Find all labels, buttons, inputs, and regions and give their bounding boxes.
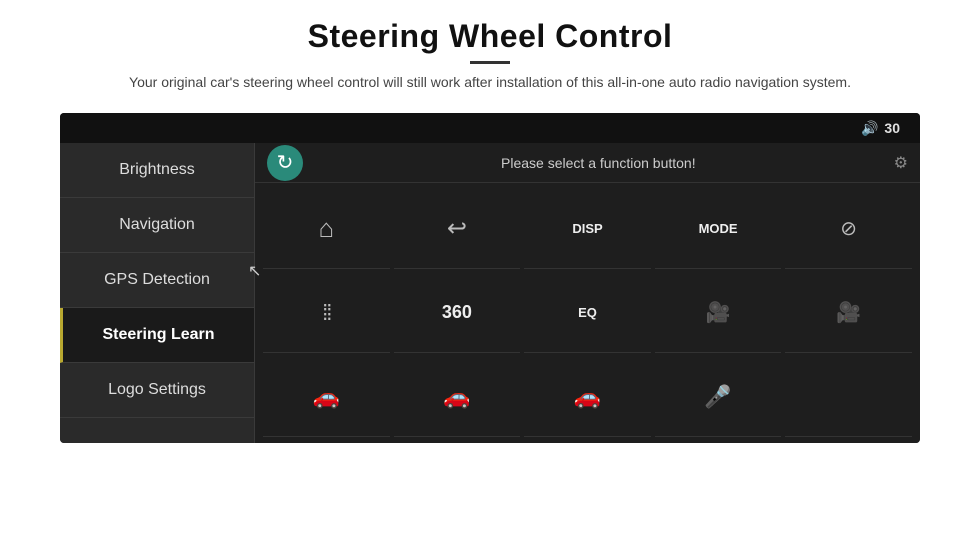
function-prompt: Please select a function button!: [313, 155, 884, 171]
device-frame: 🔊 30 Brightness Navigation GPS Detection…: [60, 113, 920, 443]
camera2-icon: 🎥: [836, 300, 861, 325]
mute-call-icon: ⊘: [840, 216, 857, 241]
label-360: 360: [442, 302, 472, 323]
sidebar-item-logo-settings[interactable]: Logo Settings: [60, 363, 254, 418]
button-grid: ⌂ ↩ DISP MODE ⊘ ⁞⁞: [255, 183, 920, 443]
grid-cell-empty: [785, 357, 912, 437]
top-bar: ↻ Please select a function button! ⚙: [255, 143, 920, 183]
grid-cell-settings[interactable]: ⁞⁞: [263, 273, 390, 353]
device-content: Brightness Navigation GPS Detection Stee…: [60, 143, 920, 443]
grid-cell-mute-call[interactable]: ⊘: [785, 189, 912, 269]
grid-cell-mode[interactable]: MODE: [655, 189, 782, 269]
volume-icon: 🔊: [861, 120, 878, 137]
sidebar-item-brightness[interactable]: Brightness: [60, 143, 254, 198]
car3-icon: 🚗: [574, 384, 601, 410]
sidebar: Brightness Navigation GPS Detection Stee…: [60, 143, 255, 443]
grid-cell-camera2[interactable]: 🎥: [785, 273, 912, 353]
main-area: ↻ Please select a function button! ⚙ ⌂ ↩…: [255, 143, 920, 443]
settings-icon[interactable]: ⚙: [894, 153, 908, 173]
sync-icon: ↻: [277, 150, 294, 175]
page-title: Steering Wheel Control: [129, 18, 851, 55]
grid-cell-back[interactable]: ↩: [394, 189, 521, 269]
equalizer-icon: ⁞⁞: [322, 300, 330, 326]
sidebar-item-navigation[interactable]: Navigation: [60, 198, 254, 253]
grid-cell-camera1[interactable]: 🎥: [655, 273, 782, 353]
disp-label: DISP: [572, 221, 602, 236]
grid-cell-mic[interactable]: 🎤: [655, 357, 782, 437]
home-icon: ⌂: [318, 213, 334, 244]
mode-label: MODE: [699, 221, 738, 236]
grid-cell-disp[interactable]: DISP: [524, 189, 651, 269]
back-icon: ↩: [447, 214, 467, 243]
camera1-icon: 🎥: [706, 300, 731, 325]
car1-icon: 🚗: [313, 384, 340, 410]
title-section: Steering Wheel Control Your original car…: [129, 18, 851, 93]
grid-cell-home[interactable]: ⌂: [263, 189, 390, 269]
grid-cell-car3[interactable]: 🚗: [524, 357, 651, 437]
sync-button[interactable]: ↻: [267, 145, 303, 181]
sidebar-item-steering-learn[interactable]: Steering Learn: [60, 308, 254, 363]
page-subtitle: Your original car's steering wheel contr…: [129, 72, 851, 93]
eq-label: EQ: [578, 305, 597, 320]
page-wrapper: Steering Wheel Control Your original car…: [0, 0, 980, 544]
microphone-icon: 🎤: [704, 384, 731, 410]
grid-cell-eq[interactable]: EQ: [524, 273, 651, 353]
sidebar-item-gps-detection[interactable]: GPS Detection: [60, 253, 254, 308]
device-top-bar: 🔊 30: [60, 113, 920, 143]
car2-icon: 🚗: [443, 384, 470, 410]
grid-cell-360[interactable]: 360: [394, 273, 521, 353]
grid-cell-car1[interactable]: 🚗: [263, 357, 390, 437]
grid-cell-car2[interactable]: 🚗: [394, 357, 521, 437]
title-divider: [470, 61, 510, 64]
volume-number: 30: [884, 120, 900, 136]
